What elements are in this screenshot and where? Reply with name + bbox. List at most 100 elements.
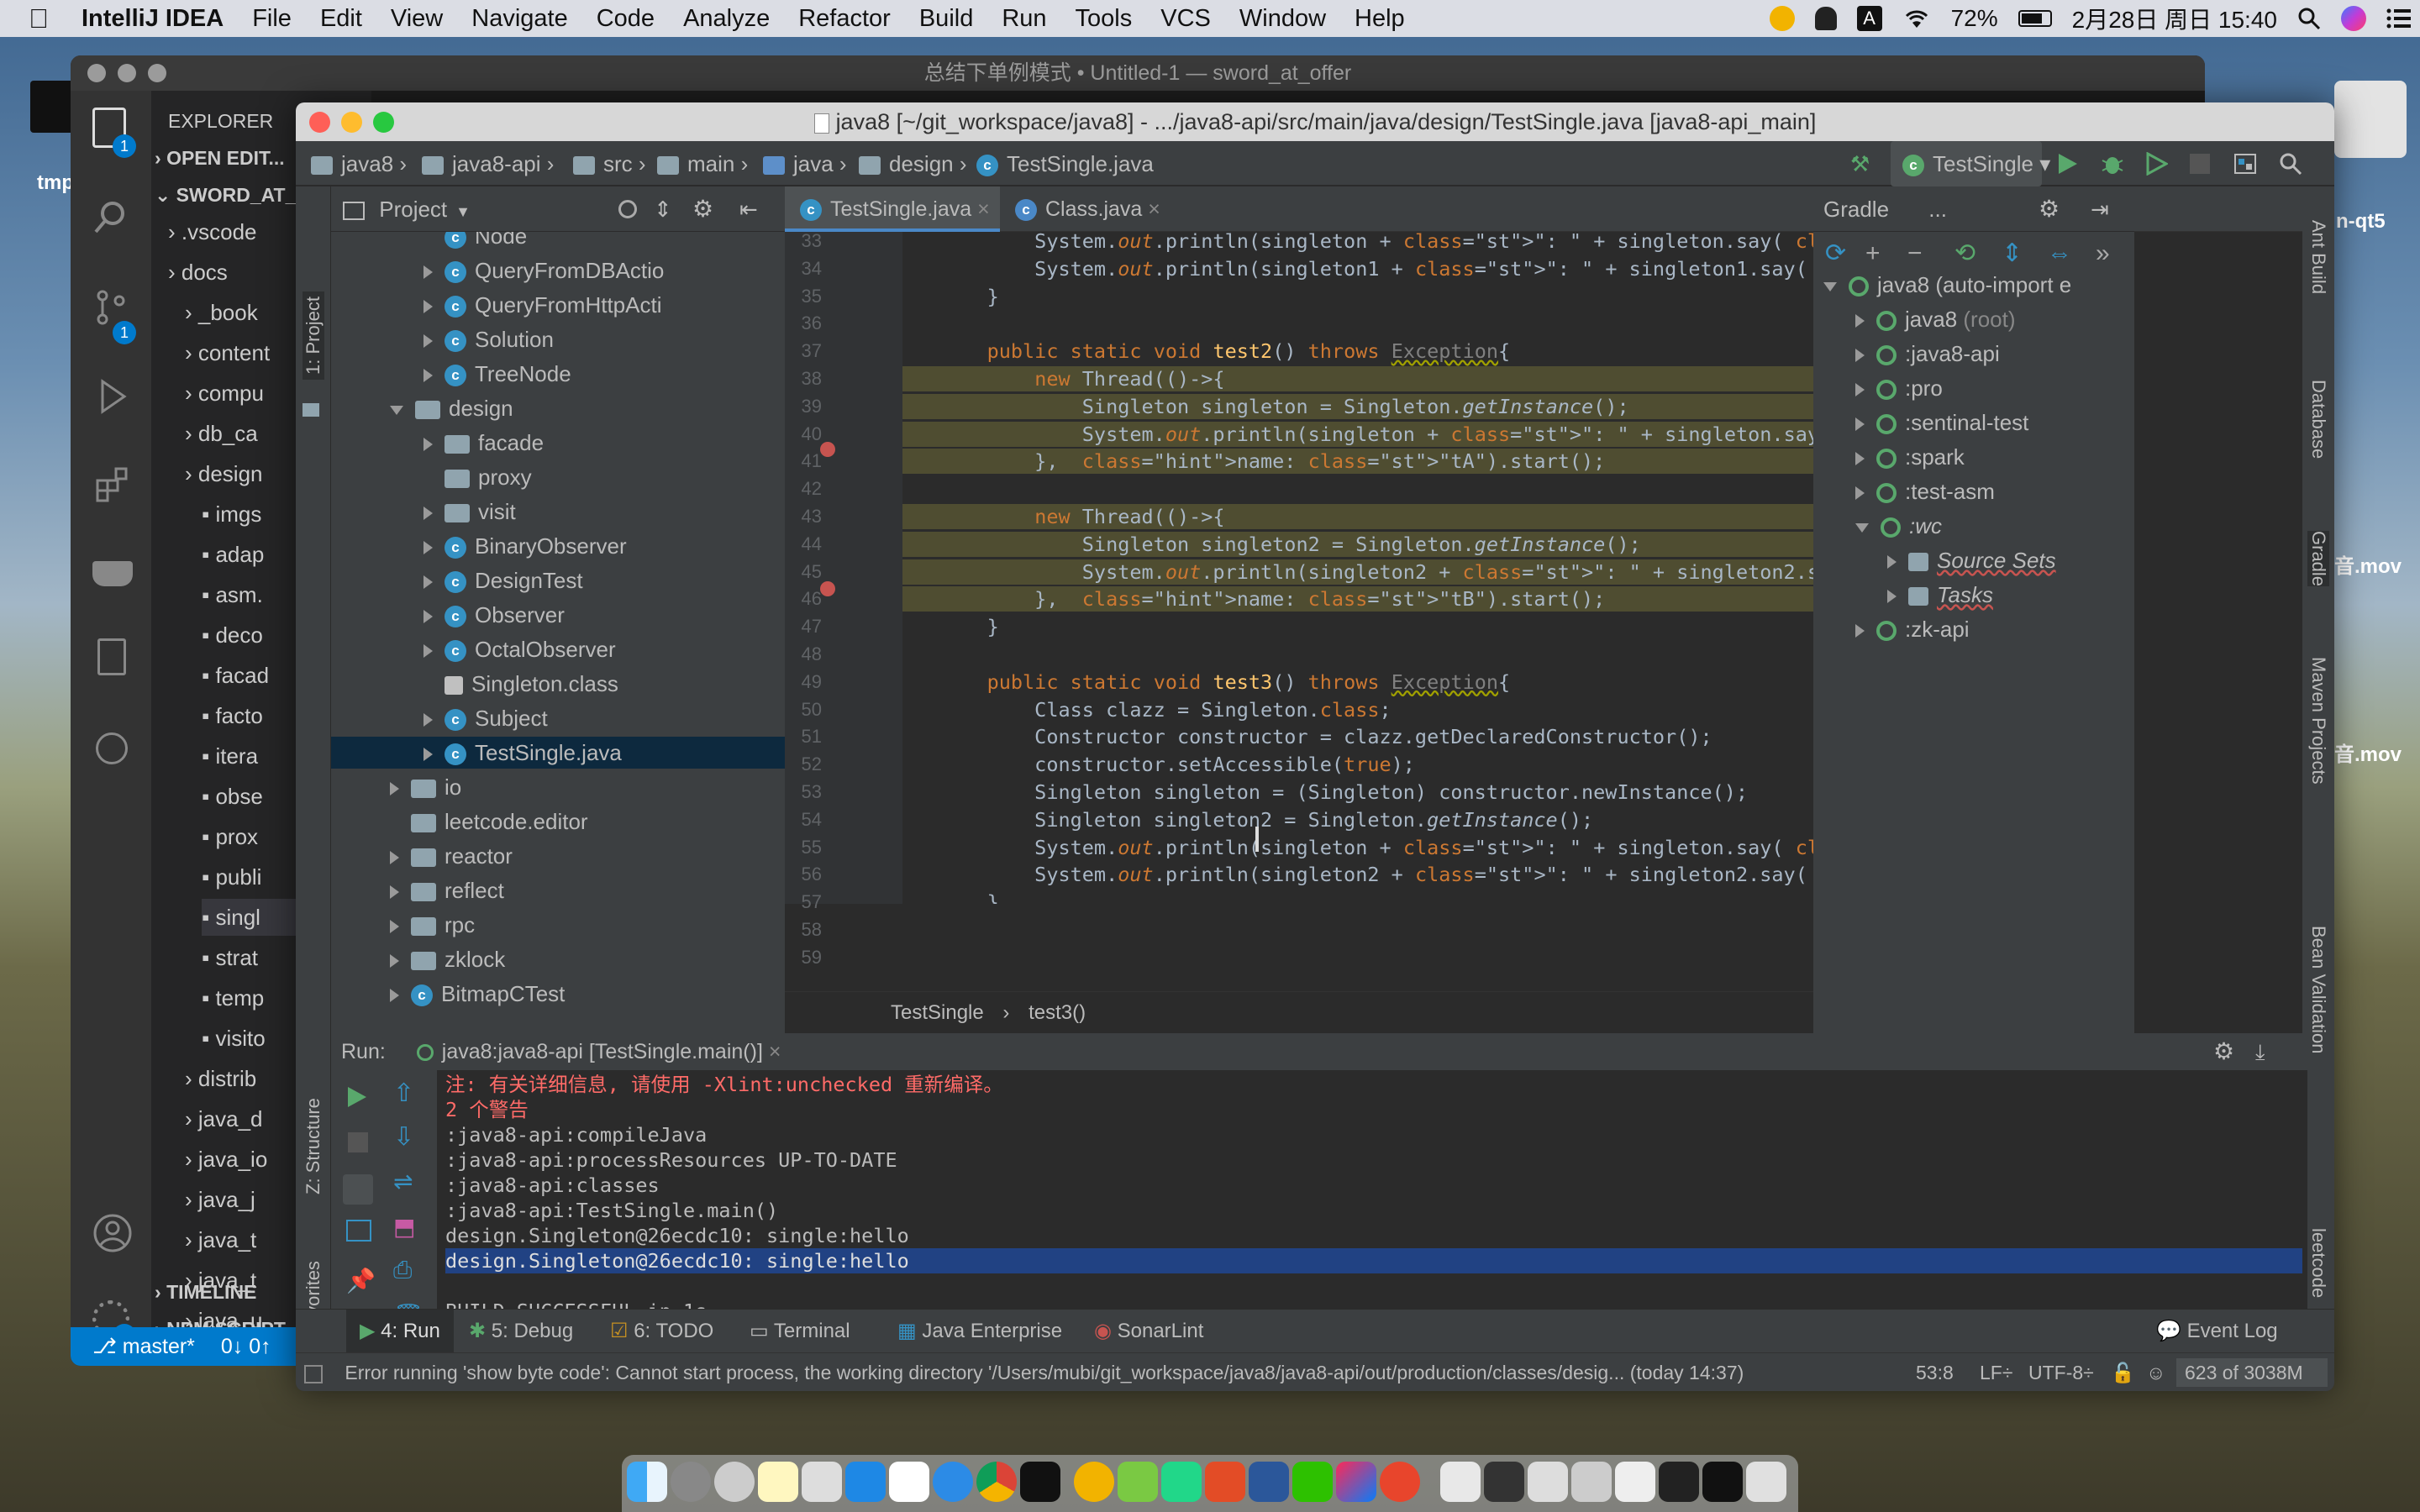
apple-menu-icon[interactable]:  (0, 3, 63, 34)
chevron-right-icon[interactable] (424, 748, 433, 762)
chevron-right-icon[interactable] (424, 369, 433, 383)
app-dock-icon[interactable] (1118, 1462, 1158, 1502)
book-icon[interactable] (97, 638, 126, 675)
gradle-tree-item[interactable]: java8 (root) (1813, 303, 2134, 335)
bean-validation-tab[interactable]: Bean Validation (2307, 926, 2329, 1054)
gradle-tree-item[interactable]: :spark (1813, 441, 2134, 473)
chevron-right-icon[interactable] (1855, 349, 1865, 363)
file-encoding[interactable]: UTF-8÷ (2028, 1353, 2094, 1391)
gradle-tree-item[interactable]: :wc (1813, 510, 2134, 542)
timeline-icon[interactable] (96, 732, 128, 764)
sync-status[interactable]: 0↓ 0↑ (221, 1335, 271, 1358)
project-tree-item[interactable]: c TestSingle.java (331, 737, 785, 769)
status-toggle-icon[interactable] (304, 1364, 323, 1383)
chevron-down-icon[interactable] (1823, 281, 1837, 291)
gradle-more[interactable]: ... (1928, 197, 1947, 222)
chevron-right-icon[interactable] (1887, 555, 1897, 570)
ghost-status-icon[interactable] (1814, 7, 1837, 30)
project-tree-item[interactable]: c BitmapCTest (331, 978, 785, 1010)
menu-refactor[interactable]: Refactor (784, 5, 905, 33)
lock-icon[interactable]: 🔓 (2111, 1353, 2135, 1391)
trash-dock-icon[interactable] (1746, 1462, 1786, 1502)
chevron-right-icon[interactable] (424, 541, 433, 555)
menu-tools[interactable]: Tools (1061, 5, 1147, 33)
gradle-tree-item[interactable]: :sentinal-test (1813, 407, 2134, 438)
locate-file-icon[interactable] (618, 200, 637, 218)
coverage-button-icon[interactable] (2144, 152, 2168, 176)
desktop-qt5-label[interactable]: n-qt5 (2336, 210, 2386, 234)
menu-help[interactable]: Help (1340, 5, 1419, 33)
breakpoint-lambda-38[interactable] (820, 442, 835, 457)
folder-dock-icon[interactable] (1528, 1462, 1568, 1502)
desktop-tmp-label[interactable]: tmp (37, 171, 74, 195)
gradle-tree-item[interactable]: Source Sets (1813, 544, 2134, 576)
run-console[interactable]: 注: 某些输入文件使用了未经检查或不安全的操作。注: 有关详细信息, 请使用 -… (331, 1070, 2307, 1309)
project-tool-tab[interactable]: 1: Project (302, 291, 324, 380)
safari-dock-icon[interactable] (933, 1462, 973, 1502)
tool-java-enterprise-tab[interactable]: ▦ Java Enterprise (897, 1310, 1062, 1353)
menu-view[interactable]: View (376, 5, 457, 33)
status-message[interactable]: Error running 'show byte code': Cannot s… (345, 1362, 1744, 1383)
gradle-settings-icon[interactable]: ⚙ (2039, 186, 2060, 232)
minimize-window-button[interactable] (341, 112, 362, 133)
chevron-right-icon[interactable] (390, 851, 399, 865)
gradle-tree-item[interactable]: :pro (1813, 372, 2134, 404)
siri-icon[interactable] (2341, 6, 2366, 31)
tool-debug-tab[interactable]: ✱ 5: Debug (469, 1310, 573, 1353)
run-button-icon[interactable] (2057, 152, 2079, 176)
folder-dock-icon[interactable] (1659, 1462, 1699, 1502)
terminal-dock-icon[interactable] (1020, 1462, 1060, 1502)
project-tree-item[interactable]: c QueryFromHttpActi (331, 289, 785, 321)
tool-run-tab[interactable]: ▶ 4: Run (346, 1310, 454, 1353)
chevron-right-icon[interactable] (390, 885, 399, 900)
event-log-tab[interactable]: 💬 Event Log (2156, 1310, 2278, 1353)
ant-build-tab[interactable]: Ant Build (2307, 220, 2329, 294)
folder-dock-icon[interactable] (1702, 1462, 1743, 1502)
breadcrumb-java8-api[interactable]: java8-api › (422, 141, 554, 186)
tab-testsingle[interactable]: c TestSingle.java × (785, 186, 1000, 232)
chrome-dock-icon[interactable] (976, 1462, 1017, 1502)
project-tree-item[interactable]: design (331, 392, 785, 424)
tool-sonarlint-tab[interactable]: ◉ SonarLint (1094, 1310, 1203, 1353)
project-tree-item[interactable]: reflect (331, 874, 785, 906)
chevron-right-icon[interactable] (424, 438, 433, 452)
code-area[interactable]: System.out.println(singleton + class="st… (785, 232, 1961, 904)
breadcrumb-java8[interactable]: java8 › (311, 141, 407, 186)
breadcrumb-java[interactable]: java › (763, 141, 847, 186)
desktop-mov2-label[interactable]: 音.mov (2334, 738, 2402, 767)
chevron-right-icon[interactable] (390, 782, 399, 796)
menu-analyze[interactable]: Analyze (669, 5, 784, 33)
chevron-right-icon[interactable] (1855, 624, 1865, 638)
tool-todo-tab[interactable]: ☑ 6: TODO (610, 1310, 713, 1353)
project-tree-item[interactable]: facade (331, 427, 785, 459)
chevron-right-icon[interactable] (424, 334, 433, 349)
project-tree-item[interactable]: Singleton.class (331, 668, 785, 700)
breadcrumb-method[interactable]: test3() (1028, 1001, 1086, 1024)
project-tree-item[interactable]: c Node (331, 232, 785, 252)
panel-settings-icon[interactable]: ⚙ (692, 186, 713, 232)
vscode-close-button[interactable] (87, 64, 106, 82)
chevron-down-icon[interactable] (1855, 522, 1869, 533)
chevron-right-icon[interactable] (424, 610, 433, 624)
gradle-tree-item[interactable]: :zk-api (1813, 613, 2134, 645)
spotlight-search-icon[interactable] (2297, 7, 2321, 30)
database-tab[interactable]: Database (2307, 380, 2329, 459)
project-tree-item[interactable]: c Subject (331, 702, 785, 734)
app-dock-icon[interactable] (1205, 1462, 1245, 1502)
breadcrumb-src[interactable]: src › (573, 141, 646, 186)
desktop-mov1-label[interactable]: 音.mov (2334, 549, 2402, 579)
menubar-clock[interactable]: 2月28日 周日 15:40 (2072, 2, 2277, 35)
project-tree-item[interactable]: rpc (331, 909, 785, 941)
line-separator[interactable]: LF÷ (1980, 1353, 2012, 1391)
project-tree-item[interactable]: c Solution (331, 323, 785, 355)
chevron-right-icon[interactable] (424, 713, 433, 727)
project-tree-item[interactable]: c OctalObserver (331, 633, 785, 665)
calendar-dock-icon[interactable] (889, 1462, 929, 1502)
menu-file[interactable]: File (238, 5, 306, 33)
word-dock-icon[interactable] (1249, 1462, 1289, 1502)
notes-dock-icon[interactable] (758, 1462, 798, 1502)
wifi-icon[interactable] (1902, 8, 1931, 29)
menu-edit[interactable]: Edit (306, 5, 376, 33)
chevron-right-icon[interactable] (390, 920, 399, 934)
battery-percent[interactable]: 72% (1951, 5, 1998, 32)
